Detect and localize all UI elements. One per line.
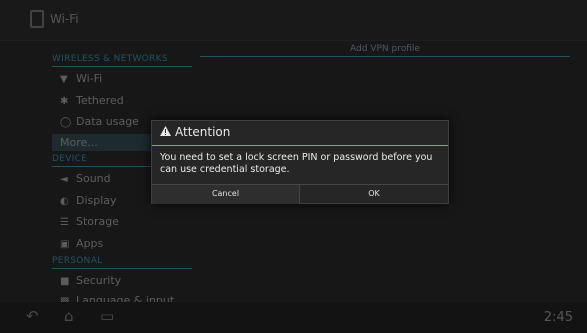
wifi-icon: ▼ bbox=[60, 74, 68, 85]
sidebar-item-sound[interactable]: ◄ Sound bbox=[60, 172, 111, 185]
warning-icon bbox=[160, 125, 172, 139]
storage-icon: ☰ bbox=[60, 217, 69, 228]
sidebar-item-label: Display bbox=[76, 194, 117, 207]
sidebar-item-label: Storage bbox=[76, 215, 120, 228]
add-vpn-profile-label: Add VPN profile bbox=[350, 44, 420, 54]
lock-icon: ■ bbox=[60, 276, 70, 287]
dialog-title-divider bbox=[152, 145, 448, 146]
dialog-title: Attention bbox=[175, 125, 231, 139]
status-clock: 2:45 bbox=[543, 310, 573, 325]
dialog-button-bar: Cancel OK bbox=[152, 184, 448, 204]
sidebar-item-tethered[interactable]: ✱ Tethered bbox=[60, 94, 124, 107]
sidebar-item-label: Security bbox=[76, 274, 122, 287]
sidebar-item-display[interactable]: ◐ Display bbox=[60, 194, 117, 207]
action-bar-title: Wi-Fi bbox=[50, 12, 79, 26]
content-header: Add VPN profile bbox=[200, 44, 570, 57]
home-icon[interactable]: ⌂ bbox=[64, 307, 84, 325]
sidebar-item-data-usage[interactable]: ◯ Data usage bbox=[60, 115, 139, 128]
data-usage-icon: ◯ bbox=[60, 117, 72, 128]
dialog-message: You need to set a lock screen PIN or pas… bbox=[160, 152, 433, 175]
attention-dialog: Attention You need to set a lock screen … bbox=[151, 120, 449, 204]
sidebar-item-label: Tethered bbox=[76, 94, 124, 107]
apps-icon: ▣ bbox=[60, 239, 70, 250]
sidebar-item-security[interactable]: ■ Security bbox=[60, 274, 121, 287]
bluetooth-icon: ✱ bbox=[60, 96, 69, 107]
sidebar-item-apps[interactable]: ▣ Apps bbox=[60, 237, 103, 250]
action-bar: Wi-Fi bbox=[0, 0, 587, 41]
section-header-personal: PERSONAL bbox=[52, 256, 192, 269]
cancel-button[interactable]: Cancel bbox=[152, 185, 300, 204]
sidebar-item-label: Data usage bbox=[76, 115, 139, 128]
dialog-title-row: Attention bbox=[160, 125, 230, 139]
sidebar-item-label: More... bbox=[60, 136, 98, 149]
sidebar-item-label: Sound bbox=[76, 172, 111, 185]
section-header-wireless: WIRELESS & NETWORKS bbox=[52, 54, 192, 67]
settings-app-icon bbox=[30, 10, 44, 28]
back-icon[interactable]: ↶ bbox=[26, 307, 46, 325]
display-icon: ◐ bbox=[60, 196, 69, 207]
sidebar-item-wifi[interactable]: ▼ Wi-Fi bbox=[60, 72, 102, 85]
system-navigation-bar: ↶ ⌂ ▭ 2:45 bbox=[0, 302, 587, 333]
recent-apps-icon[interactable]: ▭ bbox=[100, 307, 120, 325]
speaker-icon: ◄ bbox=[60, 174, 68, 185]
sidebar-item-label: Wi-Fi bbox=[76, 72, 103, 85]
sidebar-item-label: Apps bbox=[76, 237, 104, 250]
ok-button[interactable]: OK bbox=[300, 185, 448, 204]
sidebar-item-storage[interactable]: ☰ Storage bbox=[60, 215, 119, 228]
